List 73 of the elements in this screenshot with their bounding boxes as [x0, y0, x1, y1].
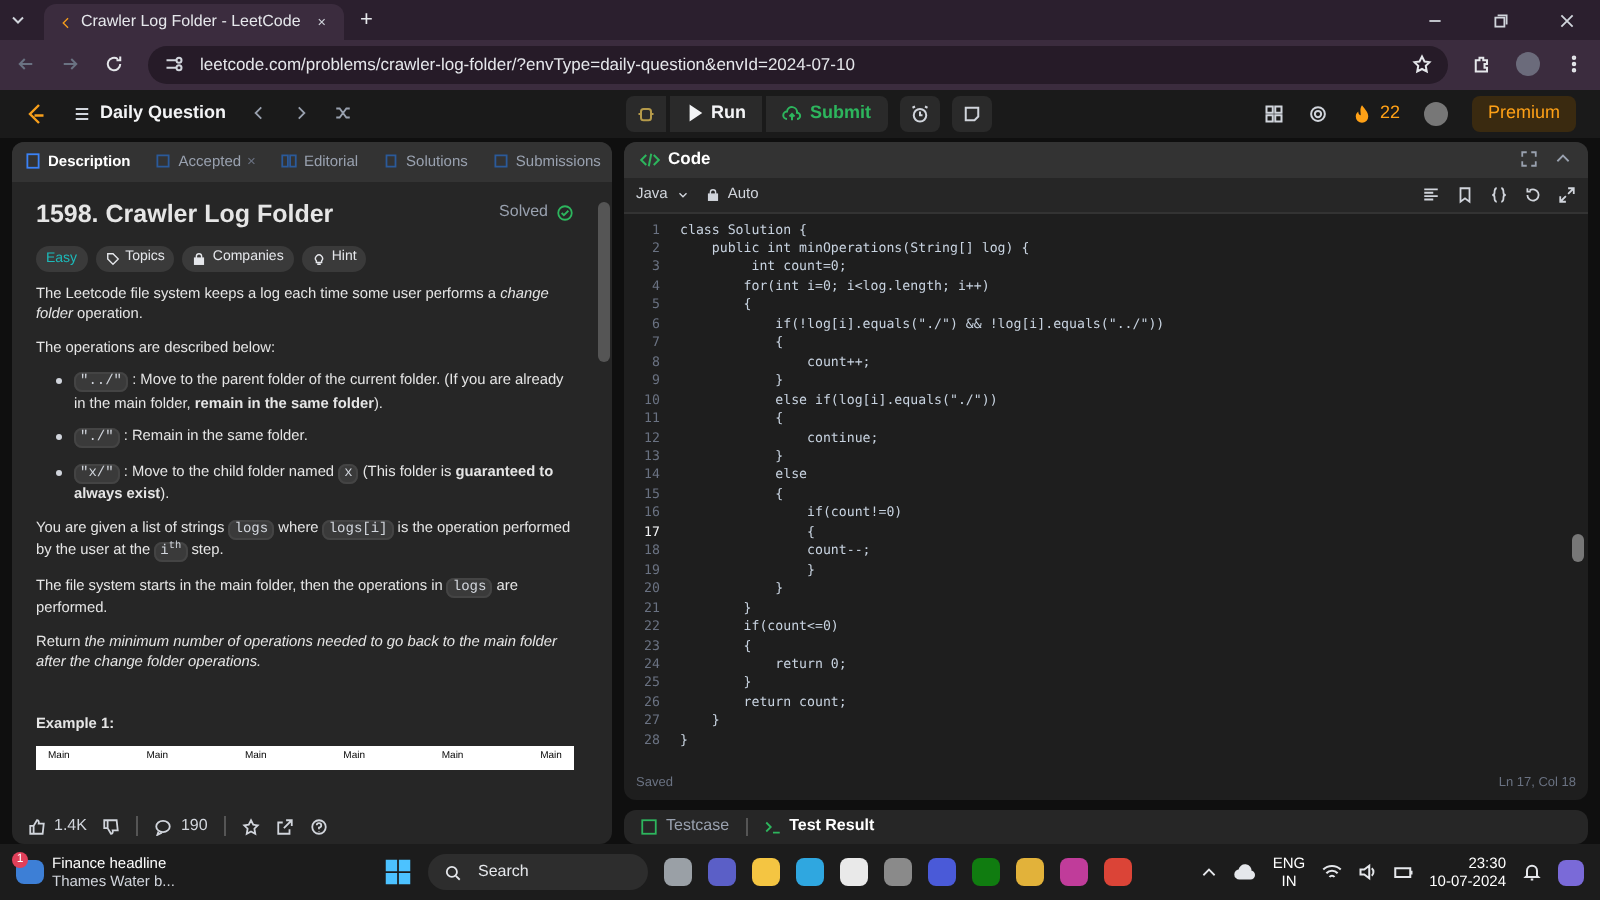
status-text: Solved [499, 202, 548, 224]
close-icon[interactable] [316, 14, 328, 30]
help-icon[interactable] [309, 817, 328, 836]
browser-tab[interactable]: Crawler Log Folder - LeetCode [44, 4, 344, 40]
alarm-icon[interactable] [909, 103, 929, 124]
like-count[interactable]: 1.4K [54, 814, 87, 839]
star-icon[interactable] [241, 817, 260, 836]
avatar[interactable] [1424, 101, 1448, 126]
thumbs-down-icon[interactable] [102, 817, 121, 836]
checkbox-icon [640, 817, 658, 836]
premium-button[interactable]: Premium [1472, 95, 1577, 132]
layout-icon[interactable] [1263, 103, 1284, 124]
cloud-icon[interactable] [1234, 861, 1257, 884]
format-icon[interactable] [1422, 185, 1440, 204]
extensions-icon[interactable] [1472, 54, 1492, 75]
chevron-down-icon [675, 187, 690, 202]
site-icon [60, 13, 73, 31]
settings-icon[interactable] [1307, 103, 1328, 124]
flame-icon [1351, 103, 1372, 124]
tab-title: Crawler Log Folder - LeetCode [80, 10, 301, 34]
comment-icon[interactable] [154, 817, 173, 836]
shuffle-icon[interactable] [334, 104, 353, 123]
volume-icon[interactable] [1357, 862, 1378, 883]
lock-icon [705, 187, 720, 202]
new-tab-button[interactable]: + [360, 3, 373, 37]
submit-button[interactable]: Submit [766, 95, 887, 132]
list-icon[interactable] [72, 103, 92, 124]
address-bar[interactable]: leetcode.com/problems/crawler-log-folder/?envType=daily-question&envId=2024-07-10 [148, 45, 1448, 84]
scrollbar-thumb[interactable] [598, 201, 610, 362]
check-circle-icon [556, 204, 574, 223]
site-settings-icon[interactable] [164, 54, 184, 75]
terminal-icon [763, 817, 782, 836]
logo-icon[interactable] [24, 101, 48, 126]
bookmark-icon[interactable] [1456, 185, 1474, 204]
lock-icon [192, 251, 207, 266]
windows-start-icon[interactable] [384, 858, 412, 887]
streak-count[interactable]: 22 [1379, 99, 1400, 127]
bell-icon[interactable] [1522, 862, 1542, 883]
tag-icon [105, 251, 120, 266]
star-icon[interactable] [1412, 54, 1432, 75]
url-text: leetcode.com/problems/crawler-log-folder/?envType=daily-question&envId=2024-07-10 [200, 52, 855, 78]
search-icon [444, 863, 462, 882]
avatar[interactable] [1516, 52, 1540, 77]
run-button[interactable]: Run [669, 95, 762, 132]
close-icon[interactable] [1558, 11, 1576, 29]
comment-count[interactable]: 190 [180, 814, 208, 839]
forward-icon[interactable] [60, 54, 80, 75]
scrollbar-thumb[interactable] [1572, 533, 1584, 562]
code-icon [640, 149, 660, 170]
braces-icon[interactable] [1490, 185, 1508, 204]
play-icon [685, 104, 703, 123]
reset-icon[interactable] [1524, 185, 1542, 204]
restore-icon[interactable] [1492, 11, 1510, 29]
expand-icon[interactable] [1558, 185, 1576, 204]
thumbs-up-icon[interactable] [28, 817, 46, 836]
reload-icon[interactable] [104, 54, 124, 75]
debug-icon[interactable] [635, 103, 655, 124]
problem-title[interactable]: 1598. Crawler Log Folder [36, 197, 334, 230]
lightbulb-icon [311, 251, 326, 266]
wifi-icon[interactable] [1321, 862, 1342, 883]
note-icon[interactable] [961, 103, 981, 124]
book-icon [279, 152, 298, 171]
external-link-icon[interactable] [275, 817, 294, 836]
panel-tab[interactable]: Testcase [640, 814, 730, 839]
cloud-upload-icon [782, 103, 802, 124]
fullscreen-icon[interactable] [1520, 150, 1538, 169]
panel-tab[interactable]: Test Result [763, 814, 875, 839]
nav-title[interactable]: Daily Question [100, 99, 227, 127]
document-icon [24, 152, 42, 171]
panel-title: Code [668, 146, 711, 172]
back-icon[interactable] [16, 54, 36, 75]
search-field[interactable]: Search [428, 854, 648, 891]
battery-icon[interactable] [1393, 862, 1414, 883]
